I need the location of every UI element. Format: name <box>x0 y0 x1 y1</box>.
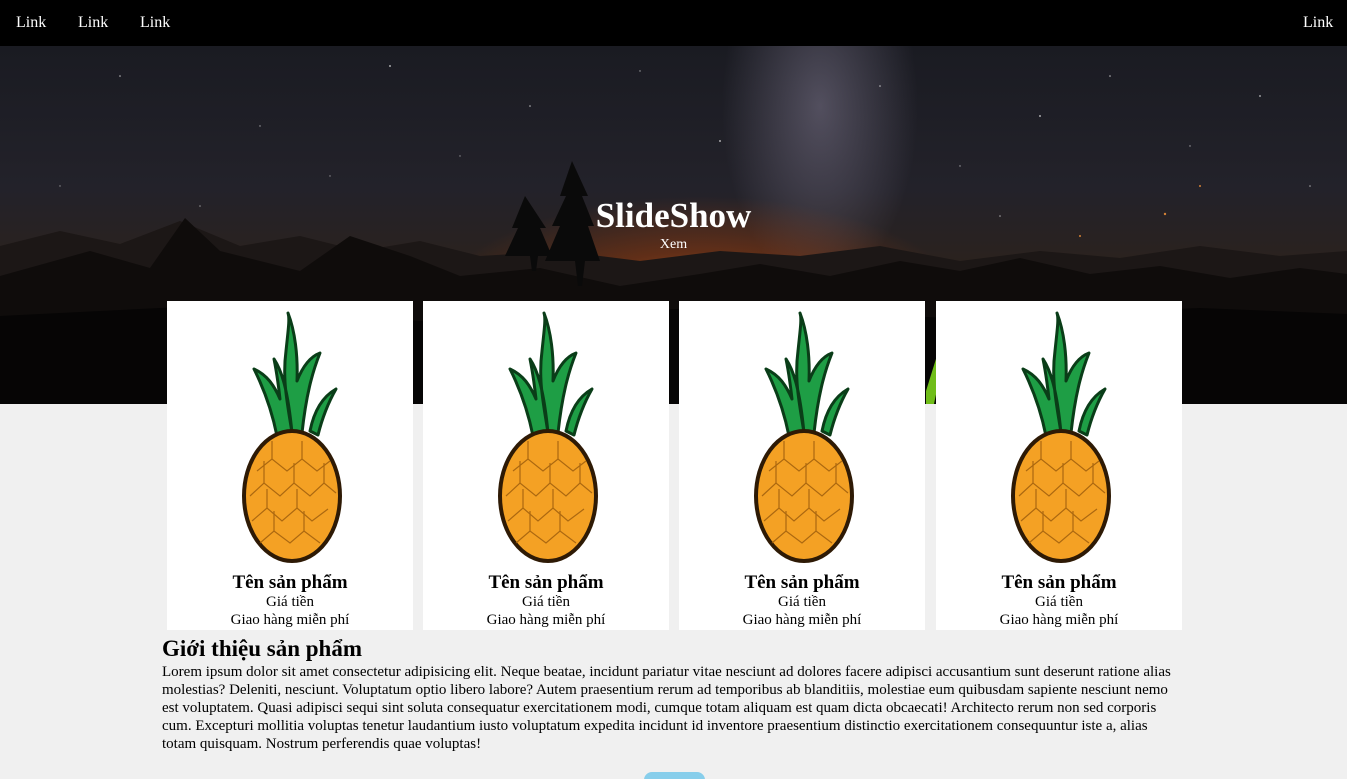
pineapple-icon <box>242 311 342 563</box>
product-card[interactable]: Tên sản phẩm Giá tiền Giao hàng miễn phí <box>167 301 413 630</box>
product-shipping: Giao hàng miễn phí <box>742 612 862 628</box>
nav-link-1[interactable]: Link <box>16 14 46 32</box>
product-shipping: Giao hàng miễn phí <box>999 612 1119 628</box>
nav-link-2[interactable]: Link <box>78 14 108 32</box>
nav-link-right[interactable]: Link <box>1303 14 1333 32</box>
product-intro-section: Giới thiệu sản phẩm Lorem ipsum dolor si… <box>162 635 1182 753</box>
product-price: Giá tiền <box>522 594 570 610</box>
product-price: Giá tiền <box>1035 594 1083 610</box>
product-card[interactable]: Tên sản phẩm Giá tiền Giao hàng miễn phí <box>679 301 925 630</box>
pineapple-icon <box>1011 311 1111 563</box>
product-shipping: Giao hàng miễn phí <box>486 612 606 628</box>
nav-link-3[interactable]: Link <box>140 14 170 32</box>
slideshow-view-link[interactable]: Xem <box>0 237 1347 253</box>
product-name: Tên sản phẩm <box>488 572 604 593</box>
more-button[interactable] <box>644 772 705 779</box>
slideshow-title: SlideShow <box>595 196 752 235</box>
product-card[interactable]: Tên sản phẩm Giá tiền Giao hàng miễn phí <box>423 301 669 630</box>
intro-title: Giới thiệu sản phẩm <box>162 636 362 661</box>
product-name: Tên sản phẩm <box>744 572 860 593</box>
product-name: Tên sản phẩm <box>1001 572 1117 593</box>
product-price: Giá tiền <box>266 594 314 610</box>
product-price: Giá tiền <box>778 594 826 610</box>
product-card[interactable]: Tên sản phẩm Giá tiền Giao hàng miễn phí <box>936 301 1182 630</box>
top-navbar: Link Link Link Link <box>0 0 1347 46</box>
product-shipping: Giao hàng miễn phí <box>230 612 350 628</box>
pineapple-icon <box>498 311 598 563</box>
product-name: Tên sản phẩm <box>232 572 348 593</box>
pineapple-icon <box>754 311 854 563</box>
intro-text: Lorem ipsum dolor sit amet consectetur a… <box>162 664 1171 752</box>
